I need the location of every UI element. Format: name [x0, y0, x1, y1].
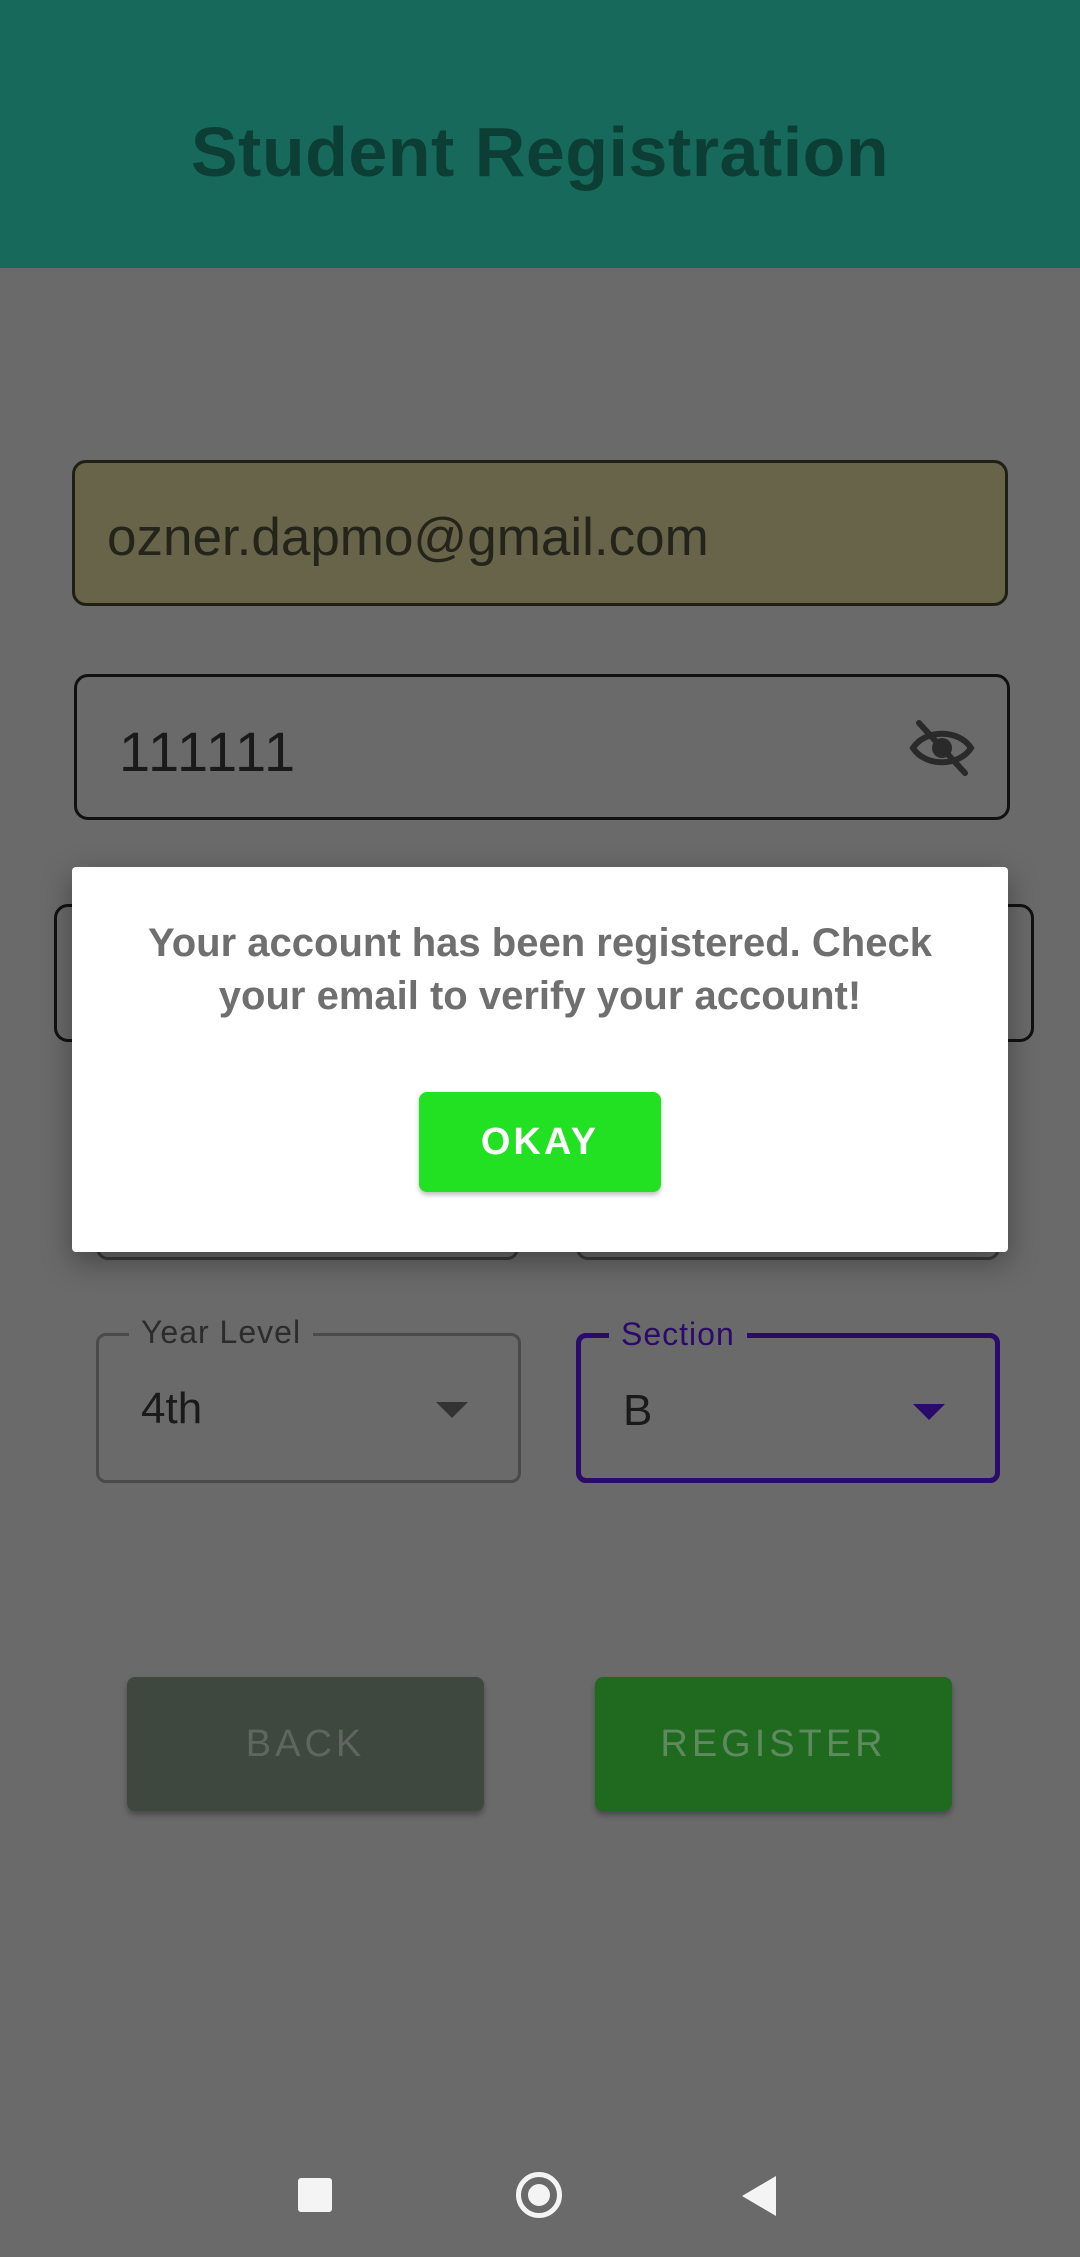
section-value: B: [623, 1386, 653, 1435]
email-field[interactable]: ozner.dapmo@gmail.com: [72, 460, 1008, 606]
chevron-down-icon: [913, 1404, 945, 1420]
confirmation-dialog: Your account has been registered. Check …: [72, 867, 1008, 1252]
dialog-message: Your account has been registered. Check …: [148, 921, 932, 1018]
section-dropdown[interactable]: Section B: [576, 1316, 1000, 1483]
password-field[interactable]: 111111: [74, 674, 1010, 820]
circle-icon[interactable]: [516, 2172, 562, 2218]
password-value: 111111: [119, 720, 298, 783]
eye-off-icon[interactable]: [909, 719, 975, 777]
register-button[interactable]: REGISTER: [595, 1677, 952, 1811]
year-level-dropdown[interactable]: Year Level 4th: [96, 1314, 521, 1483]
okay-button[interactable]: OKAY: [419, 1092, 661, 1192]
email-value: ozner.dapmo@gmail.com: [107, 508, 709, 567]
page-title: Student Registration: [190, 113, 890, 191]
square-icon[interactable]: [298, 2178, 332, 2212]
triangle-back-icon[interactable]: [742, 2176, 776, 2216]
year-level-label: Year Level: [129, 1314, 314, 1351]
year-level-value: 4th: [141, 1384, 203, 1433]
section-label: Section: [609, 1316, 747, 1353]
app-bar: Student Registration: [0, 0, 1080, 268]
system-nav-bar: [0, 2130, 1080, 2257]
chevron-down-icon: [436, 1402, 468, 1418]
back-button[interactable]: BACK: [127, 1677, 484, 1811]
